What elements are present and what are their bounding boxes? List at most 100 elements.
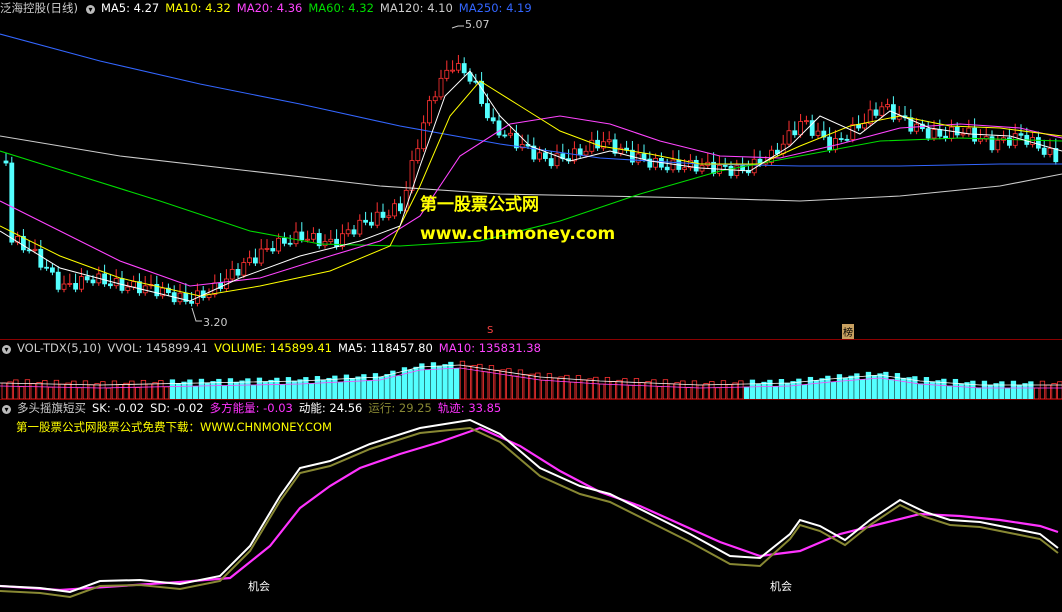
- volume-bar: [999, 381, 1005, 399]
- volume-bar: [981, 380, 988, 399]
- ma250-label: MA250: 4.19: [458, 1, 532, 15]
- high-price-label: 5.07: [465, 18, 490, 31]
- volume-indicator-name[interactable]: VOL-TDX(5,10): [17, 341, 101, 355]
- volume-bar: [889, 379, 895, 399]
- volume-bar: [494, 369, 500, 399]
- volume-chart[interactable]: [0, 355, 1062, 399]
- indicator-name[interactable]: 多头摇旗短买: [17, 401, 86, 415]
- volume-bar: [952, 378, 959, 399]
- price-candle-body: [421, 122, 427, 150]
- volume-bar: [680, 380, 686, 399]
- volume-settings-icon[interactable]: ▾: [2, 345, 11, 354]
- volume-bar: [616, 379, 622, 399]
- volume-value: VOLUME: 145899.41: [214, 341, 332, 355]
- price-candle-body: [543, 152, 548, 159]
- price-candle-body: [305, 238, 311, 241]
- price-candle-body: [1036, 137, 1041, 149]
- volume-bar: [187, 379, 193, 399]
- sk-value: SK: -0.02: [92, 401, 145, 415]
- price-candle-body: [583, 150, 589, 156]
- sd-value: SD: -0.02: [150, 401, 204, 415]
- volume-bar: [181, 381, 187, 399]
- volume-bar: [1005, 387, 1011, 399]
- volume-bar: [106, 387, 112, 399]
- volume-bar: [482, 371, 489, 399]
- volume-bar: [36, 382, 42, 399]
- volume-bar: [448, 361, 454, 399]
- price-candle-body: [397, 203, 403, 212]
- volume-bar: [82, 380, 89, 399]
- high-price-pointer: [451, 25, 464, 29]
- price-candle-body: [177, 292, 183, 303]
- volume-bar: [436, 365, 442, 399]
- volume-bar: [715, 387, 721, 399]
- volume-bar: [784, 382, 790, 399]
- signal-s-marker: S: [487, 325, 494, 336]
- price-candle-body: [461, 63, 467, 74]
- price-candle-body: [426, 100, 432, 124]
- volume-bar: [13, 379, 19, 399]
- ma5-line: [0, 70, 1062, 302]
- price-candle-body: [247, 257, 253, 263]
- sd-line: [0, 426, 1059, 599]
- price-candle-body: [84, 276, 90, 281]
- volume-bar: [529, 373, 535, 399]
- settings-icon[interactable]: ▾: [85, 5, 95, 14]
- price-candle-body: [3, 160, 9, 164]
- volume-bar: [512, 375, 518, 399]
- volume-bar: [198, 378, 205, 399]
- indicator-settings-icon[interactable]: ▾: [2, 405, 11, 414]
- volume-bar: [802, 384, 808, 399]
- volume-bar: [424, 369, 431, 399]
- price-candle-body: [252, 257, 258, 264]
- indicator-chart[interactable]: [0, 416, 1062, 612]
- price-candle-body: [328, 238, 334, 242]
- volume-bar: [633, 378, 640, 399]
- volume-bar: [7, 381, 13, 399]
- volume-bar: [210, 381, 216, 399]
- volume-bar: [570, 381, 576, 399]
- volume-bar: [88, 384, 94, 399]
- low-price-pointer: [191, 307, 202, 322]
- volume-bar: [668, 383, 674, 399]
- price-candle-body: [368, 221, 374, 226]
- volume-bar: [935, 380, 941, 399]
- price-candle-body: [1047, 148, 1053, 155]
- volume-bar: [77, 387, 83, 399]
- volume-bar: [970, 380, 976, 399]
- volume-bar: [964, 382, 970, 399]
- ma10-label: MA10: 4.32: [165, 1, 231, 15]
- volume-bar: [308, 383, 315, 399]
- volume-bar: [662, 379, 669, 399]
- volume-bar: [686, 387, 692, 399]
- volume-bar: [390, 370, 396, 399]
- price-chart[interactable]: [0, 16, 1062, 340]
- price-candle-body: [131, 281, 137, 288]
- vvol-value: VVOL: 145899.41: [107, 341, 209, 355]
- volume-bar: [65, 382, 71, 399]
- volume-bar: [1045, 384, 1051, 399]
- price-candle-body: [55, 271, 61, 290]
- volume-bar: [407, 369, 413, 399]
- ma120-label: MA120: 4.10: [379, 1, 453, 15]
- volume-bar: [192, 385, 199, 399]
- power-value: 多方能量: -0.03: [209, 401, 293, 415]
- volume-bar: [477, 363, 483, 399]
- volume-header: ▾ VOL-TDX(5,10) VVOL: 145899.41 VOLUME: 145…: [0, 340, 547, 356]
- price-candle-body: [653, 157, 658, 168]
- price-candle-body: [334, 238, 340, 248]
- volume-bar: [163, 386, 170, 399]
- price-candle-body: [960, 133, 966, 136]
- price-candle-body: [879, 106, 885, 116]
- volume-bar: [1039, 380, 1046, 399]
- watermark-url: www.chnmoney.com: [420, 224, 616, 244]
- volume-bar: [134, 387, 141, 399]
- volume-bar: [657, 386, 663, 399]
- volume-bar: [790, 381, 796, 399]
- price-candle-body: [508, 132, 514, 136]
- list-badge[interactable]: 榜: [842, 324, 854, 339]
- volume-bar: [749, 379, 756, 399]
- price-candle-body: [728, 165, 734, 176]
- stock-title[interactable]: 泛海控股(日线): [0, 1, 78, 15]
- volume-bar: [297, 379, 303, 399]
